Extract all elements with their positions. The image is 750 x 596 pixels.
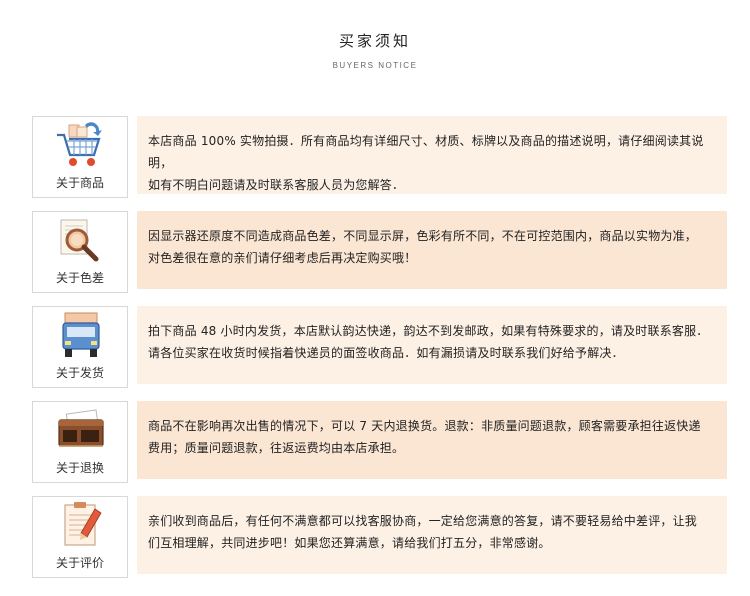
- delivery-truck-icon: [62, 312, 100, 357]
- notice-row-returns: 关于退换 商品不在影响再次出售的情况下，可以 7 天内退换货。退款：非质量问题退…: [32, 401, 727, 483]
- notice-line: 对色差很在意的亲们请仔细考虑后再决定购买哦！: [148, 251, 417, 265]
- notice-line: 因显示器还原度不同造成商品色差，不同显示屏，色彩有所不同，不在可控范围内，商品以…: [148, 229, 698, 243]
- page-subtitle: BUYERS NOTICE: [332, 61, 418, 70]
- icon-card-product: 关于商品: [32, 116, 128, 198]
- magnifier-document-icon: [60, 219, 99, 262]
- shopping-cart-icon: [57, 122, 102, 166]
- notice-panel: 商品不在影响再次出售的情况下，可以 7 天内退换货。退款：非质量问题退款，顾客需…: [137, 401, 727, 479]
- notice-line: 如有不明白问题请及时联系客服人员为您解答．: [148, 178, 405, 192]
- icon-card-reviews: 关于评价: [32, 496, 128, 578]
- clipboard-pen-icon: [64, 502, 102, 546]
- page-title: 买家须知: [338, 32, 411, 50]
- icon-label: 关于发货: [55, 366, 104, 380]
- notice-panel: 因显示器还原度不同造成商品色差，不同显示屏，色彩有所不同，不在可控范围内，商品以…: [137, 211, 727, 289]
- notice-panel: 本店商品 100% 实物拍摄．所有商品均有详细尺寸、材质、标牌以及商品的描述说明…: [137, 116, 727, 194]
- notice-line: 请各位买家在收货时候指着快递员的面签收商品．如有漏损请及时联系我们好给予解决．: [148, 346, 624, 360]
- notice-line: 费用；质量问题退款，往返运费均由本店承担。: [148, 441, 405, 455]
- notice-row-shipping: 关于发货 拍下商品 48 小时内发货，本店默认韵达快递，韵达不到发邮政，如果有特…: [32, 306, 727, 388]
- notice-row-color: 关于色差 因显示器还原度不同造成商品色差，不同显示屏，色彩有所不同，不在可控范围…: [32, 211, 727, 293]
- notice-line: 们互相理解，共同进步吧！如果您还算满意，请给我们打五分，非常感谢。: [148, 536, 551, 550]
- notice-panel: 亲们收到商品后，有任何不满意都可以找客服协商，一定给您满意的答复，请不要轻易给中…: [137, 496, 727, 574]
- icon-card-shipping: 关于发货: [32, 306, 128, 388]
- notice-panel: 拍下商品 48 小时内发货，本店默认韵达快递，韵达不到发邮政，如果有特殊要求的，…: [137, 306, 727, 384]
- notice-line: 拍下商品 48 小时内发货，本店默认韵达快递，韵达不到发邮政，如果有特殊要求的，…: [148, 324, 709, 338]
- icon-card-color: 关于色差: [32, 211, 128, 293]
- icon-label: 关于退换: [55, 461, 104, 475]
- notice-row-product: 关于商品 本店商品 100% 实物拍摄．所有商品均有详细尺寸、材质、标牌以及商品…: [32, 116, 727, 198]
- icon-label: 关于色差: [55, 271, 104, 285]
- notice-header: 买家须知 BUYERS NOTICE: [0, 30, 750, 70]
- icon-label: 关于商品: [55, 176, 104, 190]
- notice-line: 商品不在影响再次出售的情况下，可以 7 天内退换货。退款：非质量问题退款，顾客需…: [148, 419, 701, 433]
- notice-row-reviews: 关于评价 亲们收到商品后，有任何不满意都可以找客服协商，一定给您满意的答复，请不…: [32, 496, 727, 578]
- wallet-icon: [58, 409, 104, 447]
- icon-label: 关于评价: [55, 556, 104, 570]
- notice-line: 亲们收到商品后，有任何不满意都可以找客服协商，一定给您满意的答复，请不要轻易给中…: [148, 514, 698, 528]
- notice-line: 本店商品 100% 实物拍摄．所有商品均有详细尺寸、材质、标牌以及商品的描述说明…: [148, 134, 704, 170]
- icon-card-returns: 关于退换: [32, 401, 128, 483]
